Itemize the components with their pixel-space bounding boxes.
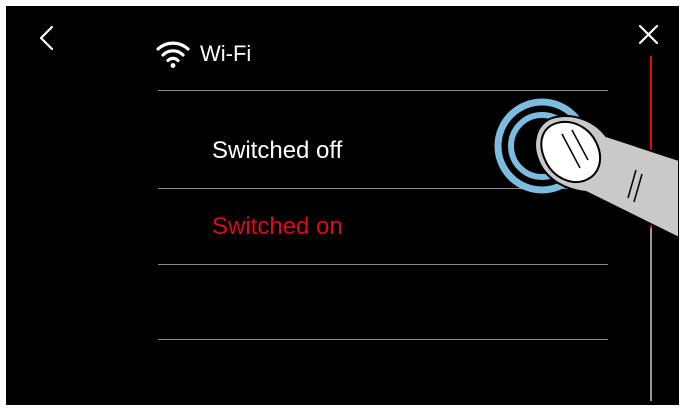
touch-ring-icon (494, 98, 590, 194)
back-button[interactable] (36, 22, 62, 54)
device-screen: Wi-Fi Switched off Switched on (6, 6, 679, 405)
divider (158, 188, 608, 189)
divider (158, 264, 608, 265)
divider (158, 339, 608, 340)
option-switched-off[interactable]: Switched off (212, 137, 342, 165)
finger-icon (534, 115, 679, 240)
scrollbar-thumb[interactable] (650, 56, 652, 228)
close-icon (638, 24, 659, 45)
wifi-icon (156, 41, 190, 68)
page-header: Wi-Fi (156, 36, 251, 72)
option-switched-on[interactable]: Switched on (212, 213, 343, 241)
chevron-left-icon (39, 25, 54, 51)
touch-gesture-illustration (494, 98, 679, 240)
close-button[interactable] (636, 22, 662, 48)
page-title: Wi-Fi (200, 41, 252, 66)
divider (158, 90, 608, 91)
